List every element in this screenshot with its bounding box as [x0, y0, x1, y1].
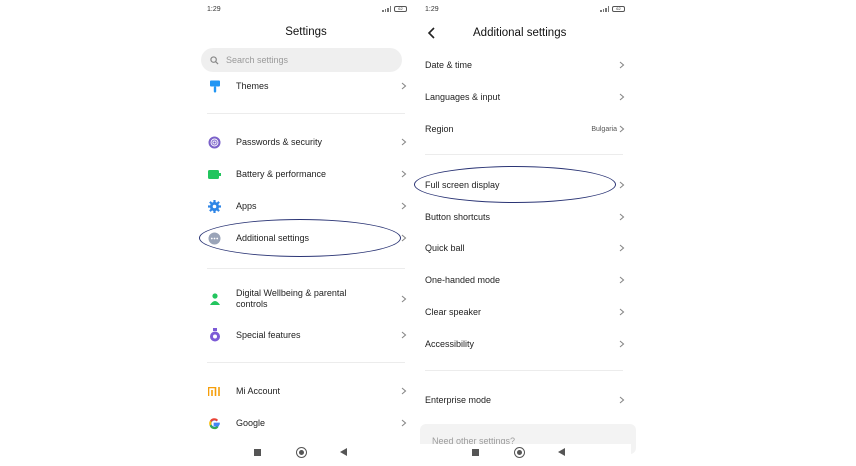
- chevron-right-icon: [401, 331, 407, 339]
- settings-item-label: Mi Account: [236, 385, 281, 396]
- settings-item-enterprise-mode[interactable]: Enterprise mode: [417, 388, 631, 412]
- themes-icon: [208, 80, 221, 93]
- home-icon[interactable]: [514, 447, 525, 458]
- search-icon: [210, 55, 219, 65]
- settings-item-additional-settings[interactable]: Additional settings: [199, 226, 413, 250]
- settings-item-battery-performance[interactable]: Battery & performance: [199, 162, 413, 186]
- settings-item-button-shortcuts[interactable]: Button shortcuts: [417, 205, 631, 229]
- wellbeing-icon: [208, 292, 221, 306]
- divider: [207, 268, 405, 269]
- settings-item-label: Passwords & security: [236, 136, 323, 147]
- settings-item-label: One-handed mode: [425, 274, 501, 285]
- settings-item-label: Languages & input: [425, 91, 501, 102]
- chevron-right-icon: [619, 181, 625, 189]
- chevron-right-icon: [401, 170, 407, 178]
- chevron-right-icon: [401, 202, 407, 210]
- settings-item-full-screen-display[interactable]: Full screen display: [417, 173, 631, 197]
- divider: [207, 362, 405, 363]
- divider: [425, 154, 623, 155]
- chevron-right-icon: [619, 308, 625, 316]
- settings-item-one-handed-mode[interactable]: One-handed mode: [417, 268, 631, 292]
- settings-item-label: Region: [425, 123, 454, 134]
- settings-item-accessibility[interactable]: Accessibility: [417, 332, 631, 356]
- fingerprint-icon: [208, 136, 221, 149]
- chevron-right-icon: [619, 61, 625, 69]
- back-arrow-icon[interactable]: [425, 26, 439, 40]
- chevron-right-icon: [401, 82, 407, 90]
- recent-apps-icon[interactable]: [254, 449, 261, 456]
- settings-item-label: Battery & performance: [236, 168, 327, 179]
- settings-item-label: Themes: [236, 80, 269, 91]
- status-bar: 1:29 62: [425, 6, 625, 16]
- region-value: Bulgaria: [591, 125, 617, 133]
- settings-item-apps[interactable]: Apps: [199, 194, 413, 218]
- settings-item-quick-ball[interactable]: Quick ball: [417, 236, 631, 260]
- status-time: 1:29: [425, 6, 439, 13]
- settings-item-digital-wellbeing[interactable]: Digital Wellbeing & parental controls: [199, 286, 413, 312]
- settings-item-label: Clear speaker: [425, 306, 482, 317]
- battery-status-icon: 62: [612, 6, 625, 12]
- settings-item-label: Google: [236, 417, 266, 428]
- settings-item-date-time[interactable]: Date & time: [417, 53, 631, 77]
- navigation-bar: [417, 444, 631, 466]
- google-icon: [208, 417, 221, 430]
- settings-item-themes[interactable]: Themes: [199, 74, 413, 98]
- chevron-right-icon: [619, 213, 625, 221]
- settings-item-label: Special features: [236, 329, 301, 340]
- settings-screen: 1:29 62 Settings Search settings Themes …: [199, 0, 413, 466]
- recent-apps-icon[interactable]: [472, 449, 479, 456]
- chevron-right-icon: [619, 276, 625, 284]
- settings-item-google[interactable]: Google: [199, 411, 413, 435]
- chevron-right-icon: [619, 340, 625, 348]
- settings-item-label: Date & time: [425, 59, 473, 70]
- additional-settings-screen: 1:29 62 Additional settings Date & time …: [414, 0, 636, 466]
- special-features-icon: [208, 328, 221, 342]
- settings-item-mi-account[interactable]: Mi Account: [199, 379, 413, 403]
- chevron-right-icon: [401, 138, 407, 146]
- settings-item-label: Enterprise mode: [425, 394, 492, 405]
- settings-item-languages-input[interactable]: Languages & input: [417, 85, 631, 109]
- settings-item-label: Quick ball: [425, 242, 465, 253]
- more-dots-icon: [208, 232, 221, 245]
- navigation-bar: [199, 444, 413, 466]
- chevron-right-icon: [401, 234, 407, 242]
- battery-status-icon: 62: [394, 6, 407, 12]
- status-bar: 1:29 62: [207, 6, 407, 16]
- home-icon[interactable]: [296, 447, 307, 458]
- settings-item-label: Full screen display: [425, 179, 500, 190]
- settings-item-label: Button shortcuts: [425, 211, 491, 222]
- mi-logo-icon: [208, 385, 221, 398]
- page-title: Settings: [285, 26, 327, 38]
- chevron-right-icon: [401, 387, 407, 395]
- settings-item-label: Apps: [236, 200, 257, 211]
- settings-item-label: Accessibility: [425, 338, 475, 349]
- battery-icon: [208, 168, 221, 181]
- chevron-right-icon: [619, 125, 625, 133]
- chevron-right-icon: [619, 244, 625, 252]
- signal-icon: [600, 6, 609, 12]
- chevron-right-icon: [401, 419, 407, 427]
- divider: [425, 370, 623, 371]
- chevron-right-icon: [619, 396, 625, 404]
- settings-item-clear-speaker[interactable]: Clear speaker: [417, 300, 631, 324]
- status-time: 1:29: [207, 6, 221, 13]
- settings-item-passwords-security[interactable]: Passwords & security: [199, 130, 413, 154]
- settings-item-label: Additional settings: [236, 232, 310, 243]
- divider: [207, 113, 405, 114]
- settings-item-label: Digital Wellbeing & parental controls: [236, 288, 347, 309]
- gear-icon: [208, 199, 221, 213]
- signal-icon: [382, 6, 391, 12]
- search-bar[interactable]: Search settings: [201, 48, 402, 72]
- back-triangle-icon[interactable]: [558, 448, 565, 456]
- back-triangle-icon[interactable]: [340, 448, 347, 456]
- chevron-right-icon: [401, 295, 407, 303]
- search-input[interactable]: Search settings: [226, 55, 288, 65]
- settings-item-special-features[interactable]: Special features: [199, 323, 413, 347]
- settings-item-region[interactable]: Region Bulgaria: [417, 117, 631, 141]
- page-title: Additional settings: [473, 27, 567, 39]
- chevron-right-icon: [619, 93, 625, 101]
